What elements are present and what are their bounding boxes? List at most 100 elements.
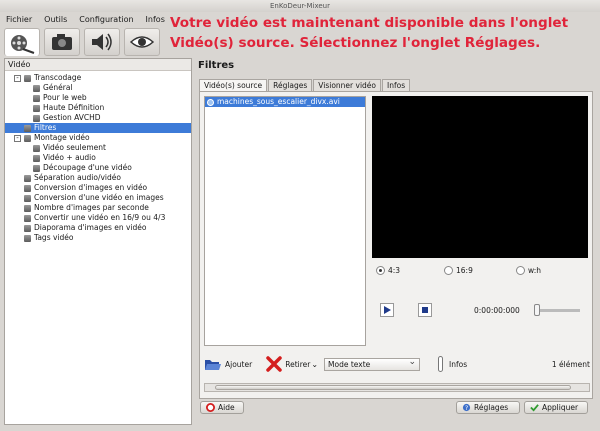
category-panel: Vidéo - Transcodage Général Pour le web Haut… <box>4 58 192 425</box>
camera-icon <box>52 34 72 50</box>
main-toolbar <box>0 28 170 58</box>
ratio-wh-label: w:h <box>528 265 542 275</box>
tree-item-label: Haute Définition <box>43 103 105 112</box>
tree-item[interactable]: Gestion AVCHD <box>5 113 191 123</box>
remove-button[interactable]: Retirer <box>266 356 310 372</box>
tab-reglages[interactable]: Réglages <box>268 79 313 91</box>
camera-mode-button[interactable] <box>44 28 80 56</box>
tree-item-label: Tags vidéo <box>34 233 74 242</box>
infos-label: Infos <box>449 359 468 369</box>
collapse-icon[interactable]: - <box>14 74 21 82</box>
tree-item[interactable]: Vidéo seulement <box>5 143 191 153</box>
tree-node-icon <box>24 224 31 232</box>
view-mode-button[interactable] <box>124 28 160 56</box>
film-reel-icon <box>11 34 35 54</box>
source-file-list[interactable]: machines_sous_escalier_divx.avi <box>204 96 366 346</box>
tree-node-icon <box>24 214 31 222</box>
tree-item[interactable]: Conversion d'images en vidéo <box>5 183 191 193</box>
mode-select[interactable]: Mode texte <box>324 357 421 371</box>
file-actions-bar: Ajouter Retirer ⌄ Mode texte Infos 1 élé… <box>204 354 590 374</box>
ratio-16-9-option[interactable]: 16:9 <box>444 264 516 276</box>
tree-item[interactable]: Convertir une vidéo en 16/9 ou 4/3 <box>5 213 191 223</box>
svg-text:?: ? <box>465 405 468 412</box>
filters-panel: Filtres Vidéo(s) source Réglages Visionn… <box>196 58 596 425</box>
tree-node-icon <box>24 74 31 82</box>
tree-node-icon <box>33 84 40 92</box>
tree-item[interactable]: Nombre d'images par seconde <box>5 203 191 213</box>
tree-item[interactable]: - Transcodage <box>5 73 191 83</box>
tree-item-label: Transcodage <box>34 73 82 82</box>
tree-item-label: Pour le web <box>43 93 87 102</box>
menu-infos[interactable]: Infos <box>146 13 165 27</box>
category-panel-title: Vidéo <box>5 59 191 71</box>
category-tree: - Transcodage Général Pour le web Haute Défi… <box>5 71 191 243</box>
add-label: Ajouter <box>225 359 253 369</box>
ratio-wh-radio[interactable] <box>516 265 525 275</box>
tree-item-label: Séparation audio/vidéo <box>34 173 121 182</box>
tree-item[interactable]: Vidéo + audio <box>5 153 191 163</box>
audio-mode-button[interactable] <box>84 28 120 56</box>
file-name: machines_sous_escalier_divx.avi <box>217 97 340 106</box>
play-button[interactable] <box>380 303 394 317</box>
tree-node-icon <box>33 104 40 112</box>
help-button[interactable]: Aide <box>200 401 244 414</box>
tree-item[interactable]: Conversion d'une vidéo en images <box>5 193 191 203</box>
remove-options-chevron-icon[interactable]: ⌄ <box>311 360 318 369</box>
tree-item[interactable]: Général <box>5 83 191 93</box>
menu-outils[interactable]: Outils <box>44 13 67 27</box>
tab-video-source[interactable]: Vidéo(s) source <box>199 79 268 91</box>
tab-infos[interactable]: Infos <box>382 79 411 91</box>
page-title: Filtres <box>198 60 235 71</box>
collapse-icon[interactable]: - <box>14 134 21 142</box>
apply-button[interactable]: Appliquer <box>524 401 588 414</box>
ratio-4-3-label: 4:3 <box>388 265 401 275</box>
tree-node-icon <box>24 234 31 242</box>
infos-toggle[interactable]: Infos <box>438 356 467 372</box>
tree-item[interactable]: Tags vidéo <box>5 233 191 243</box>
folder-open-icon <box>205 360 221 370</box>
menu-configuration[interactable]: Configuration <box>79 13 133 27</box>
tab-content: machines_sous_escalier_divx.avi 4:3 16:9… <box>199 91 593 399</box>
tree-node-icon <box>33 164 40 172</box>
tree-node-icon <box>33 144 40 152</box>
tree-item-label: Conversion d'images en vidéo <box>34 183 148 192</box>
tree-item[interactable]: - Montage vidéo <box>5 133 191 143</box>
settings-button[interactable]: ? Réglages <box>456 401 520 414</box>
scrollbar-thumb[interactable] <box>215 385 571 390</box>
tree-item-label: Filtres <box>34 123 57 132</box>
ratio-16-9-radio[interactable] <box>444 265 453 275</box>
tree-item-label: Conversion d'une vidéo en images <box>34 193 164 202</box>
seek-slider[interactable] <box>533 303 580 316</box>
tree-item[interactable]: Diaporama d'images en vidéo <box>5 223 191 233</box>
tree-item[interactable]: Filtres <box>5 123 191 133</box>
video-mode-button[interactable] <box>4 28 40 56</box>
tab-visionner-video[interactable]: Visionner vidéo <box>313 79 382 91</box>
tree-item[interactable]: Haute Définition <box>5 103 191 113</box>
item-count: 1 élément <box>551 359 590 369</box>
play-icon <box>384 306 391 314</box>
tree-item-label: Diaporama d'images en vidéo <box>34 223 147 232</box>
ratio-4-3-radio[interactable] <box>376 265 385 275</box>
remove-label: Retirer <box>285 359 311 369</box>
tree-node-icon <box>24 134 31 142</box>
apply-label: Appliquer <box>542 403 579 412</box>
speaker-icon <box>92 33 112 51</box>
menu-fichier[interactable]: Fichier <box>6 13 32 27</box>
list-item[interactable]: machines_sous_escalier_divx.avi <box>205 97 365 107</box>
banner-line-1: Votre vidéo est maintenant disponible da… <box>170 15 569 31</box>
add-button[interactable]: Ajouter <box>204 357 252 371</box>
tree-node-icon <box>24 174 31 182</box>
checkmark-icon <box>530 404 539 412</box>
stop-button[interactable] <box>418 303 432 317</box>
time-display: 0:00:00:000 <box>474 305 520 315</box>
ratio-wh-option[interactable]: w:h <box>516 264 541 276</box>
tree-item[interactable]: Pour le web <box>5 93 191 103</box>
tree-item[interactable]: Séparation audio/vidéo <box>5 173 191 183</box>
horizontal-scrollbar[interactable] <box>204 383 590 392</box>
tab-bar: Vidéo(s) source Réglages Visionner vidéo… <box>199 79 411 91</box>
tree-node-icon <box>24 124 31 132</box>
video-preview <box>372 96 588 258</box>
seek-slider-handle[interactable] <box>533 303 540 316</box>
ratio-4-3-option[interactable]: 4:3 <box>372 264 444 276</box>
tree-item[interactable]: Découpage d'une vidéo <box>5 163 191 173</box>
